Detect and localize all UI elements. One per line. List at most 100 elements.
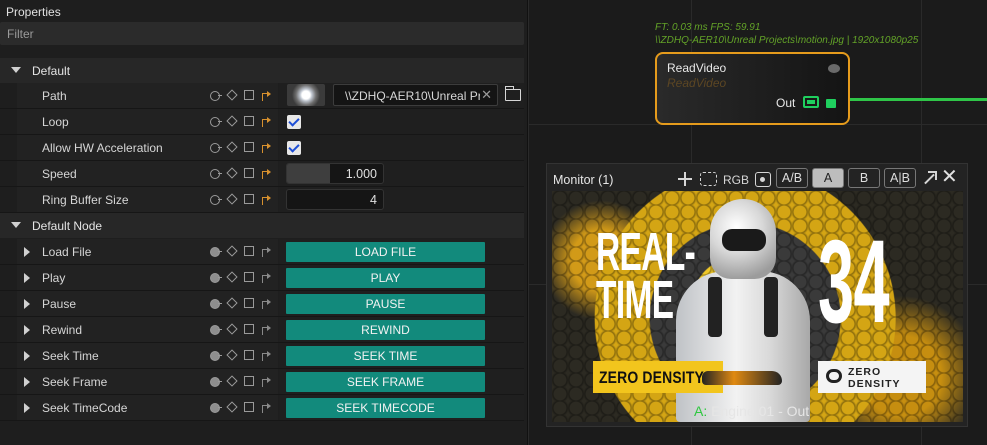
seek-frame-button[interactable]: SEEK FRAME	[286, 372, 485, 392]
expose-square-icon[interactable]	[244, 402, 254, 412]
ring-buffer-field[interactable]: 4	[286, 189, 384, 210]
expose-square-icon[interactable]	[244, 376, 254, 386]
collapse-triangle-icon[interactable]	[11, 67, 21, 73]
play-button[interactable]: PLAY	[286, 268, 485, 288]
expose-square-icon[interactable]	[244, 168, 254, 178]
expand-arrow-icon[interactable]	[24, 247, 30, 257]
expand-arrow-icon[interactable]	[24, 325, 30, 335]
pin-icon[interactable]	[210, 247, 222, 257]
node-graph-canvas[interactable]: FT: 0.03 ms FPS: 59.91 \\ZDHQ-AER10\Unre…	[527, 0, 987, 445]
expose-square-icon[interactable]	[244, 272, 254, 282]
focus-icon[interactable]	[754, 170, 772, 188]
keyframe-diamond-icon[interactable]	[226, 193, 238, 205]
path-field[interactable]: \\ZDHQ-AER10\Unreal Projects\motion.jpg …	[333, 84, 498, 106]
view-a-button[interactable]: A	[812, 168, 844, 188]
close-icon[interactable]: ✕	[941, 167, 958, 187]
folder-icon[interactable]	[504, 86, 521, 101]
pause-button[interactable]: PAUSE	[286, 294, 485, 314]
expose-square-icon[interactable]	[244, 350, 254, 360]
expose-square-icon[interactable]	[244, 298, 254, 308]
pin-icon[interactable]	[210, 169, 222, 179]
expand-arrow-icon[interactable]	[24, 403, 30, 413]
expose-square-icon[interactable]	[244, 324, 254, 334]
link-arrow-icon[interactable]	[262, 350, 272, 361]
seek-timecode-button[interactable]: SEEK TIMECODE	[286, 398, 485, 418]
keyframe-diamond-icon[interactable]	[226, 349, 238, 361]
monitor-window[interactable]: Monitor (1) RGB A/B A B A|B ✕ REAL- TIME…	[546, 163, 968, 427]
pin-icon[interactable]	[210, 351, 222, 361]
keyframe-diamond-icon[interactable]	[226, 89, 238, 101]
stats-fps: FT: 0.03 ms FPS: 59.91	[655, 22, 761, 33]
pin-icon[interactable]	[210, 91, 222, 101]
view-b-button[interactable]: B	[848, 168, 880, 188]
monitor-title: Monitor (1)	[553, 173, 614, 187]
pin-icon[interactable]	[210, 143, 222, 153]
link-arrow-icon[interactable]	[262, 194, 272, 205]
expand-arrow-icon[interactable]	[24, 377, 30, 387]
safe-frame-icon[interactable]	[699, 170, 717, 188]
section-default[interactable]: Default	[0, 58, 524, 83]
crosshair-icon[interactable]	[677, 170, 693, 188]
link-arrow-icon[interactable]	[262, 116, 272, 127]
expose-square-icon[interactable]	[244, 116, 254, 126]
hw-acceleration-checkbox[interactable]	[287, 141, 301, 155]
expand-arrow-icon[interactable]	[24, 299, 30, 309]
video-preview: REAL- TIME 34 ZERO DENSITY ZERO DENSITY …	[552, 191, 963, 422]
expose-square-icon[interactable]	[244, 90, 254, 100]
link-arrow-icon[interactable]	[262, 168, 272, 179]
keyframe-diamond-icon[interactable]	[226, 323, 238, 335]
node-status-icon[interactable]	[828, 64, 840, 73]
section-label: Default Node	[32, 219, 103, 233]
connection-wire[interactable]	[850, 98, 987, 101]
image-thumbnail	[287, 84, 325, 106]
pin-icon[interactable]	[210, 273, 222, 283]
expose-square-icon[interactable]	[244, 246, 254, 256]
pin-icon[interactable]	[210, 195, 222, 205]
expose-square-icon[interactable]	[244, 194, 254, 204]
output-pin[interactable]	[826, 99, 836, 108]
rewind-button[interactable]: REWIND	[286, 320, 485, 340]
keyframe-diamond-icon[interactable]	[226, 401, 238, 413]
link-arrow-icon[interactable]	[262, 324, 272, 335]
link-arrow-icon[interactable]	[262, 90, 272, 101]
collapse-triangle-icon[interactable]	[11, 222, 21, 228]
link-arrow-icon[interactable]	[262, 402, 272, 413]
pin-icon[interactable]	[210, 403, 222, 413]
seek-time-button[interactable]: SEEK TIME	[286, 346, 485, 366]
keyframe-diamond-icon[interactable]	[226, 167, 238, 179]
pin-icon[interactable]	[210, 299, 222, 309]
node-title: ReadVideo	[667, 61, 727, 75]
link-arrow-icon[interactable]	[262, 272, 272, 283]
compare-ab-button[interactable]: A/B	[776, 168, 808, 188]
keyframe-diamond-icon[interactable]	[226, 141, 238, 153]
keyframe-diamond-icon[interactable]	[226, 271, 238, 283]
speed-field[interactable]: 1.000	[286, 163, 384, 184]
property-icons	[210, 401, 276, 414]
keyframe-diamond-icon[interactable]	[226, 375, 238, 387]
load-file-button[interactable]: LOAD FILE	[286, 242, 485, 262]
link-arrow-icon[interactable]	[262, 142, 272, 153]
section-default-node[interactable]: Default Node	[0, 213, 524, 238]
clear-icon[interactable]: ✕	[481, 87, 492, 103]
split-ab-button[interactable]: A|B	[884, 168, 916, 188]
expand-arrow-icon[interactable]	[24, 351, 30, 361]
link-arrow-icon[interactable]	[262, 298, 272, 309]
keyframe-diamond-icon[interactable]	[226, 245, 238, 257]
link-arrow-icon[interactable]	[262, 246, 272, 257]
properties-panel: Properties Filter Default Path \\ZDHQ-AE…	[0, 0, 527, 445]
readvideo-node[interactable]: ReadVideo ReadVideo Out	[655, 52, 850, 125]
loop-checkbox[interactable]	[287, 115, 301, 129]
popout-icon[interactable]	[921, 170, 937, 186]
link-arrow-icon[interactable]	[262, 376, 272, 387]
pin-icon[interactable]	[210, 117, 222, 127]
expand-arrow-icon[interactable]	[24, 273, 30, 283]
keyframe-diamond-icon[interactable]	[226, 115, 238, 127]
filter-input[interactable]: Filter	[0, 22, 524, 45]
function-row-rewind: Rewind REWIND	[0, 317, 524, 343]
pin-icon[interactable]	[210, 325, 222, 335]
expose-square-icon[interactable]	[244, 142, 254, 152]
pin-icon[interactable]	[210, 377, 222, 387]
channel-rgb-button[interactable]: RGB	[723, 173, 749, 191]
monitor-icon[interactable]	[803, 96, 819, 108]
keyframe-diamond-icon[interactable]	[226, 297, 238, 309]
